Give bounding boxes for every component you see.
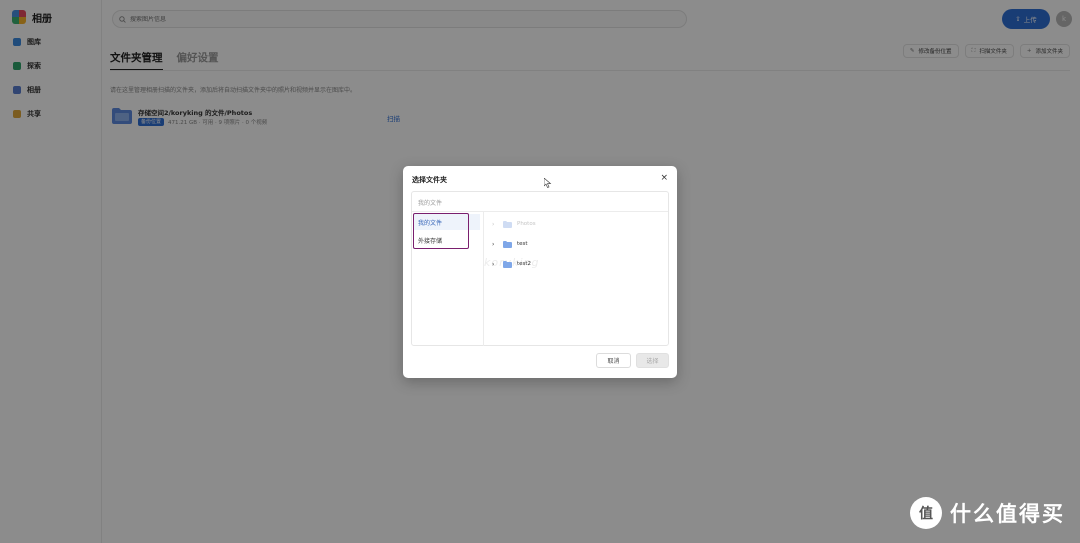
site-logo-icon: 值 <box>910 497 942 529</box>
location-list: 我的文件 外接存储 <box>412 212 484 346</box>
folder-picker: 我的文件 我的文件 外接存储 koryking › Photos › test <box>411 191 669 346</box>
select-folder-dialog: 选择文件夹 × 我的文件 我的文件 外接存储 koryking › Photos… <box>403 166 677 378</box>
location-external-storage[interactable]: 外接存储 <box>414 232 480 248</box>
close-icon[interactable]: × <box>660 174 668 183</box>
folder-tree: koryking › Photos › test › <box>484 212 668 346</box>
folder-row-test2[interactable]: › test2 <box>492 258 531 270</box>
site-logo-glyph: 值 <box>919 506 933 522</box>
folder-name: Photos <box>517 221 536 227</box>
site-watermark-text: 什么值得买 <box>950 502 1065 526</box>
folder-icon <box>503 240 512 248</box>
chevron-right-icon[interactable]: › <box>492 241 500 248</box>
mouse-cursor-icon <box>544 178 552 188</box>
site-watermark: 值 什么值得买 <box>910 497 1065 529</box>
chevron-right-icon: › <box>492 220 495 228</box>
folder-row-photos: › Photos <box>492 218 536 230</box>
folder-name: test2 <box>517 261 532 267</box>
picker-breadcrumb: 我的文件 <box>418 200 443 207</box>
dialog-title: 选择文件夹 <box>412 176 447 184</box>
cancel-button[interactable]: 取消 <box>596 353 631 368</box>
folder-name: test <box>517 241 528 247</box>
folder-icon <box>503 260 512 268</box>
folder-row-test[interactable]: › test <box>492 238 528 250</box>
location-my-files[interactable]: 我的文件 <box>414 214 480 230</box>
chevron-right-icon[interactable]: › <box>492 261 500 268</box>
folder-icon <box>503 220 512 228</box>
select-button[interactable]: 选择 <box>636 353 669 368</box>
